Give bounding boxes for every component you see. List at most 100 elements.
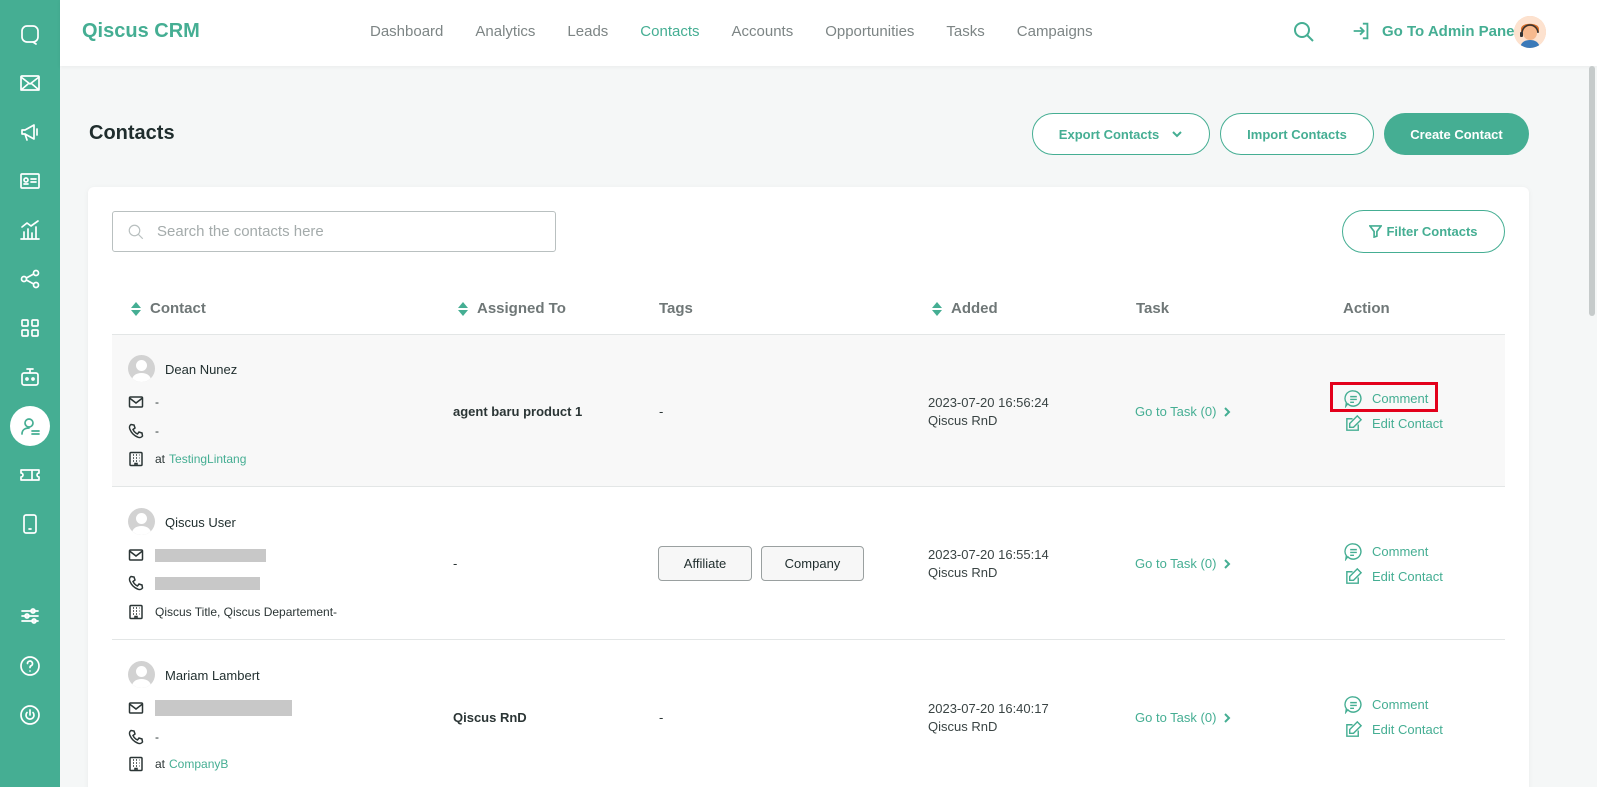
- edit-icon: [1346, 720, 1363, 737]
- comment-button[interactable]: Comment: [1344, 695, 1428, 714]
- redacted-email: [155, 548, 266, 562]
- tag-affiliate[interactable]: Affiliate: [658, 546, 752, 581]
- comment-button[interactable]: Comment: [1344, 542, 1428, 561]
- column-header-added[interactable]: Added: [931, 300, 998, 317]
- bot-icon[interactable]: [10, 357, 50, 397]
- phone-icon: [128, 575, 144, 591]
- email-value: -: [155, 395, 159, 409]
- sort-icon: [932, 301, 942, 316]
- table-row: Dean Nunez - - at TestingLintang agent b…: [112, 335, 1505, 487]
- export-contacts-button[interactable]: Export Contacts: [1032, 113, 1210, 155]
- nav-analytics[interactable]: Analytics: [475, 23, 535, 40]
- analytics-icon[interactable]: [10, 210, 50, 250]
- sidebar: [0, 0, 60, 787]
- chevron-right-icon: [1224, 406, 1231, 417]
- mail-icon[interactable]: [10, 63, 50, 103]
- company-text: Qiscus Title, Qiscus Departement-: [155, 605, 338, 619]
- contacts-card: Filter Contacts Contact Assigned To Tags…: [88, 187, 1529, 787]
- chevron-right-icon: [1224, 558, 1231, 569]
- mail-icon: [128, 549, 144, 561]
- comment-label: Comment: [1372, 544, 1429, 559]
- nav-contacts[interactable]: Contacts: [640, 23, 699, 40]
- mobile-icon[interactable]: [10, 504, 50, 544]
- column-header-contact[interactable]: Contact: [130, 300, 206, 317]
- comment-icon: [1344, 696, 1362, 714]
- go-to-task-link[interactable]: Go to Task (0): [1135, 710, 1232, 725]
- assigned-to: -: [453, 556, 458, 571]
- company-prefix: at: [155, 757, 166, 771]
- sort-icon: [131, 301, 141, 316]
- tags-empty: -: [659, 404, 664, 419]
- nav-dashboard[interactable]: Dashboard: [370, 23, 443, 40]
- edit-contact-button[interactable]: Edit Contact: [1344, 414, 1443, 433]
- page-scrollbar[interactable]: [1587, 66, 1597, 787]
- login-arrow-icon: [1353, 22, 1369, 40]
- settings-sliders-icon[interactable]: [10, 596, 50, 636]
- column-label: Assigned To: [477, 300, 566, 317]
- edit-contact-label: Edit Contact: [1372, 569, 1443, 584]
- building-icon: [129, 451, 143, 467]
- filter-icon: [1369, 225, 1383, 238]
- phone-icon: [128, 729, 144, 745]
- create-contact-button[interactable]: Create Contact: [1384, 113, 1529, 155]
- redacted-phone: [155, 576, 260, 590]
- contact-company: Qiscus Title, Qiscus Departement-: [128, 604, 337, 620]
- edit-contact-button[interactable]: Edit Contact: [1344, 720, 1443, 739]
- column-header-assigned-to[interactable]: Assigned To: [457, 300, 566, 317]
- nav-tasks[interactable]: Tasks: [946, 23, 984, 40]
- import-contacts-button[interactable]: Import Contacts: [1220, 113, 1374, 155]
- megaphone-icon[interactable]: [10, 112, 50, 152]
- table-row: Qiscus User Qiscus Title, Qiscus Departe…: [112, 488, 1505, 640]
- column-header-task: Task: [1136, 300, 1170, 317]
- admin-panel-link[interactable]: Go To Admin Panel: [1350, 20, 1519, 42]
- power-icon[interactable]: [10, 695, 50, 735]
- export-contacts-label: Export Contacts: [1058, 126, 1160, 142]
- filter-contacts-label: Filter Contacts: [1386, 224, 1478, 239]
- phone-value: -: [155, 730, 159, 744]
- comment-icon: [1344, 543, 1362, 561]
- page-title: Contacts: [89, 122, 175, 144]
- share-icon[interactable]: [10, 259, 50, 299]
- added-by: Qiscus RnD: [928, 565, 998, 580]
- nav-opportunities[interactable]: Opportunities: [825, 23, 914, 40]
- contact-name[interactable]: Qiscus User: [165, 515, 236, 530]
- company-link[interactable]: CompanyB: [169, 757, 228, 771]
- scroll-thumb[interactable]: [1589, 66, 1595, 316]
- contact-name[interactable]: Dean Nunez: [165, 362, 237, 377]
- user-avatar[interactable]: [1514, 16, 1546, 48]
- brand-logo: Qiscus CRM: [82, 20, 200, 42]
- building-icon: [129, 756, 143, 772]
- contacts-search[interactable]: [112, 211, 556, 252]
- apps-icon[interactable]: [10, 308, 50, 348]
- mail-icon: [128, 702, 144, 714]
- chevron-right-icon: [1224, 712, 1231, 723]
- edit-contact-button[interactable]: Edit Contact: [1344, 567, 1443, 586]
- contact-company: at TestingLintang: [128, 451, 246, 467]
- go-to-task-link[interactable]: Go to Task (0): [1135, 556, 1232, 571]
- table-row: Mariam Lambert - at CompanyB Qiscus RnD …: [112, 641, 1505, 787]
- filter-contacts-button[interactable]: Filter Contacts: [1342, 210, 1505, 253]
- contact-card-icon[interactable]: [10, 161, 50, 201]
- chevron-down-icon: [1172, 131, 1182, 138]
- crm-contacts-icon[interactable]: [10, 406, 50, 446]
- assigned-to: Qiscus RnD: [453, 710, 527, 725]
- tag-company[interactable]: Company: [761, 546, 864, 581]
- highlight-box: [1330, 382, 1438, 412]
- contact-email: -: [128, 394, 159, 410]
- search-icon[interactable]: [1292, 20, 1318, 46]
- company-link[interactable]: TestingLintang: [169, 452, 246, 466]
- search-input[interactable]: [157, 223, 537, 240]
- added-by: Qiscus RnD: [928, 413, 998, 428]
- chat-icon[interactable]: [10, 14, 50, 54]
- added-cell: 2023-07-20 16:56:24 Qiscus RnD: [928, 395, 1049, 428]
- search-icon: [128, 224, 144, 239]
- nav-leads[interactable]: Leads: [567, 23, 608, 40]
- go-to-task-link[interactable]: Go to Task (0): [1135, 404, 1232, 419]
- nav-campaigns[interactable]: Campaigns: [1017, 23, 1093, 40]
- nav-accounts[interactable]: Accounts: [732, 23, 794, 40]
- help-icon[interactable]: [10, 646, 50, 686]
- contact-name[interactable]: Mariam Lambert: [165, 668, 260, 683]
- added-date: 2023-07-20 16:55:14: [928, 547, 1049, 562]
- edit-contact-label: Edit Contact: [1372, 416, 1443, 431]
- ticket-icon[interactable]: [10, 455, 50, 495]
